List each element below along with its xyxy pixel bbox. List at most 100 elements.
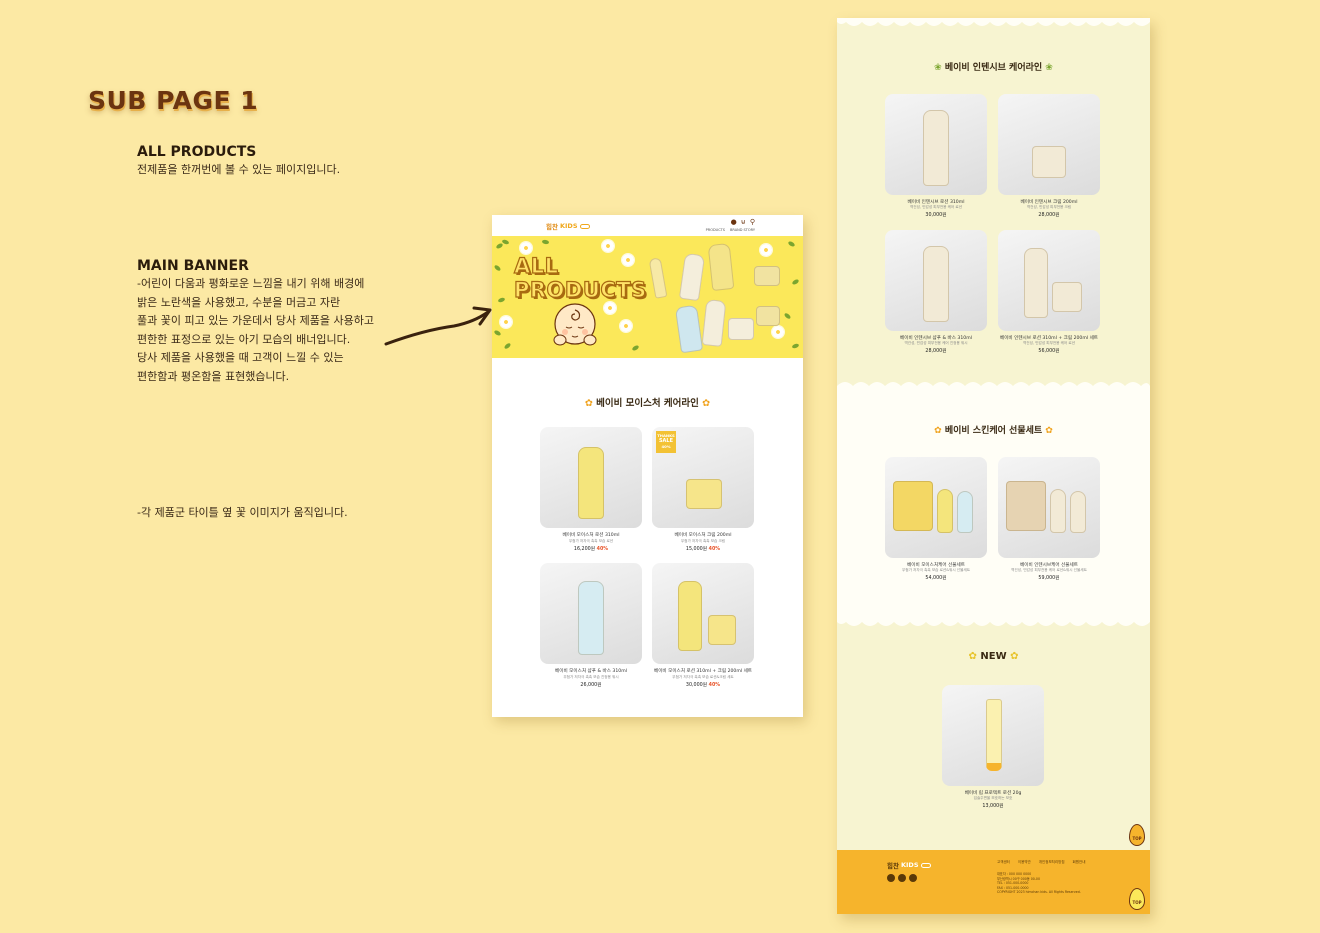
cream-jar — [1032, 146, 1066, 178]
instagram-icon[interactable] — [887, 874, 895, 882]
footer-link[interactable]: 개인정보처리방침 — [1039, 860, 1065, 865]
smile-icon — [579, 223, 590, 229]
product-price: 15,000원 40% — [685, 547, 721, 552]
shampoo-bottle — [674, 304, 704, 354]
product-card[interactable]: 베이비 인텐시브 로션 310ml + 크림 200ml 세트 역건성, 민감성… — [998, 230, 1100, 358]
footer-link[interactable]: 고객센터 — [997, 860, 1010, 865]
section-title-text: NEW — [980, 651, 1007, 662]
menu-products[interactable]: PRODUCTS — [706, 228, 725, 232]
footer-link[interactable]: 회원안내 — [1073, 860, 1086, 865]
baby-illustration — [553, 303, 597, 346]
product-price: 28,000원 — [925, 349, 947, 354]
product-image[interactable] — [998, 94, 1100, 195]
subpage-mockup-top: 힘찬 KIDS ● ⊌ ⚲ PRODUCTS BRAND STORY ALL P… — [492, 215, 803, 717]
shampoo-bottle — [578, 581, 604, 655]
product-card[interactable]: 베이비 모이스처 로션 310ml 무첨가 저자극 촉촉 보습 로션 16,20… — [540, 427, 642, 557]
product-price: 59,000원 — [1038, 576, 1060, 581]
cream-jar — [754, 266, 780, 286]
menu-brand-story[interactable]: BRAND STORY — [730, 228, 755, 232]
leaf-icon — [495, 242, 504, 250]
product-card[interactable]: 베이비 인텐시브케어 선물세트 역건성, 민감성 피부전용 케어 로션&워시 선… — [998, 457, 1100, 585]
note-line: 편한함과 평온함을 표현했습니다. — [137, 369, 290, 383]
product-card[interactable]: 베이비 모이스처 샴푸 & 바스 310ml 무첨가 저자극 촉촉 보습 진정용… — [540, 563, 642, 693]
arrow-icon — [384, 306, 492, 346]
sale-badge: THANKS SALE 40% — [656, 431, 676, 453]
note-motion: -각 제품군 타이틀 옆 꽃 이미지가 움직입니다. — [137, 504, 348, 523]
product-image[interactable] — [540, 427, 642, 528]
product-card[interactable]: 베이비 인텐시브 샴푸 & 바스 310ml 역건성, 민감성 피부전용 케어 … — [885, 230, 987, 358]
flower-icon: ✿ — [1042, 426, 1053, 436]
scroll-top-button[interactable]: TOP — [1129, 824, 1145, 846]
sns-links — [887, 874, 917, 882]
cream-jar — [728, 318, 754, 340]
flower-icon — [604, 302, 616, 314]
product-image[interactable] — [652, 563, 754, 664]
product-price: 16,200원 40% — [573, 547, 609, 552]
site-logo[interactable]: 힘찬 KIDS — [546, 221, 590, 231]
flower-icon: ❀ — [1042, 63, 1053, 73]
note-all-products: ALL PRODUCTS 전제품을 한꺼번에 볼 수 있는 페이지입니다. — [137, 143, 340, 180]
subpage-mockup-long: ❀ 베이비 인텐시브 케어라인 ❀ 베이비 인텐시브 로션 310ml 역건성,… — [837, 18, 1150, 914]
product-card[interactable]: 베이비 인텐시브 크림 200ml 역건성, 민감성 피부전용 크림 28,00… — [998, 94, 1100, 222]
flower-icon: ✿ — [584, 398, 597, 409]
product-card[interactable]: 베이비 립 프로텍트 로션 20g 입술주변을 보호하는 보호 13,000원 — [942, 685, 1044, 813]
section-title-text: 베이비 모이스처 케어라인 — [596, 398, 699, 409]
scroll-top-button[interactable]: TOP — [1129, 888, 1145, 910]
product-card[interactable]: 베이비 인텐시브 로션 310ml 역건성, 민감성 피부전용 케어 로션 30… — [885, 94, 987, 222]
product-card[interactable]: 베이비 모이스처 로션 310ml + 크림 200ml 세트 무첨가 저자극 … — [652, 563, 754, 693]
search-icon[interactable]: ⚲ — [750, 218, 755, 226]
flower-icon: ❀ — [934, 63, 945, 73]
cream-jar — [686, 479, 722, 509]
product-name: 베이비 모이스처 로션 310ml + 크림 200ml 세트 — [653, 669, 753, 674]
flower-icon: ✿ — [968, 651, 981, 662]
logo-brand: 힘찬 — [546, 223, 558, 231]
product-price: 56,000원 — [1038, 349, 1060, 354]
product-image[interactable] — [998, 457, 1100, 558]
product-desc: 입술주변을 보호하는 보호 — [973, 796, 1013, 800]
product-image[interactable] — [998, 230, 1100, 331]
leaf-icon — [791, 342, 800, 350]
lotion-bottle — [701, 299, 727, 347]
header-menu: PRODUCTS BRAND STORY — [706, 228, 755, 232]
cart-icon[interactable]: ⊌ — [741, 218, 746, 226]
product-desc: 역건성, 민감성 피부전용 케어 로션 — [910, 205, 962, 209]
section-title-new: ✿ NEW ✿ — [837, 651, 1150, 662]
product-desc: 무첨가 저자극 촉촉 보습 크림 — [680, 539, 726, 543]
product-image[interactable] — [540, 563, 642, 664]
note-line: 풀과 꽃이 피고 있는 가운데서 당사 제품을 사용하고 — [137, 314, 374, 327]
section-title-text: 베이비 인텐시브 케어라인 — [944, 63, 1043, 73]
footer-link[interactable]: 이용약관 — [1018, 860, 1031, 865]
youtube-icon[interactable] — [909, 874, 917, 882]
product-image[interactable] — [942, 685, 1044, 786]
note-text: 전제품을 한꺼번에 볼 수 있는 페이지입니다. — [137, 163, 341, 176]
user-icon[interactable]: ● — [731, 218, 737, 226]
scallop-border — [837, 618, 1150, 626]
lotion-bottle — [578, 447, 604, 519]
product-desc: 역건성, 민감성 피부전용 케어 로션&워시 선물세트 — [1011, 568, 1087, 572]
tube-product — [986, 699, 1002, 771]
product-desc: 역건성, 민감성 피부전용 케어 진정용 워시 — [904, 341, 968, 345]
product-card[interactable]: THANKS SALE 40% 베이비 모이스처 크림 200ml 무첨가 저자… — [652, 427, 754, 557]
product-image[interactable] — [885, 230, 987, 331]
main-banner: ALL PRODUCTS — [492, 236, 803, 358]
product-card[interactable]: 베이비 모이스처케어 선물세트 무첨가 저자극 촉촉 보습 로션&워시 선물세트… — [885, 457, 987, 585]
product-image[interactable] — [885, 457, 987, 558]
header-icons: ● ⊌ ⚲ — [731, 218, 755, 226]
flower-icon — [760, 244, 772, 256]
product-price: 30,000원 40% — [685, 683, 721, 688]
twitter-icon[interactable] — [898, 874, 906, 882]
product-image[interactable] — [885, 94, 987, 195]
scallop-border — [837, 18, 1150, 26]
product-desc: 무첨가 저자극 촉촉 보습 로션&워시 선물세트 — [901, 568, 971, 572]
flower-icon — [772, 326, 784, 338]
lotion-bottle — [678, 581, 702, 651]
leaf-icon — [503, 342, 512, 350]
note-line: 편한한 표정으로 있는 아기 모습의 배너입니다. — [137, 332, 351, 346]
footer-logo[interactable]: 힘찬 KIDS — [887, 860, 931, 870]
gift-box — [1006, 481, 1046, 531]
product-image[interactable]: THANKS SALE 40% — [652, 427, 754, 528]
smile-icon — [920, 862, 931, 868]
note-main-banner: MAIN BANNER -어린이 다움과 평화로운 느낌을 내기 위해 배경에 … — [137, 257, 374, 386]
site-header: 힘찬 KIDS ● ⊌ ⚲ PRODUCTS BRAND STORY — [492, 215, 803, 236]
note-line: -어린이 다움과 평화로운 느낌을 내기 위해 배경에 — [137, 277, 365, 290]
